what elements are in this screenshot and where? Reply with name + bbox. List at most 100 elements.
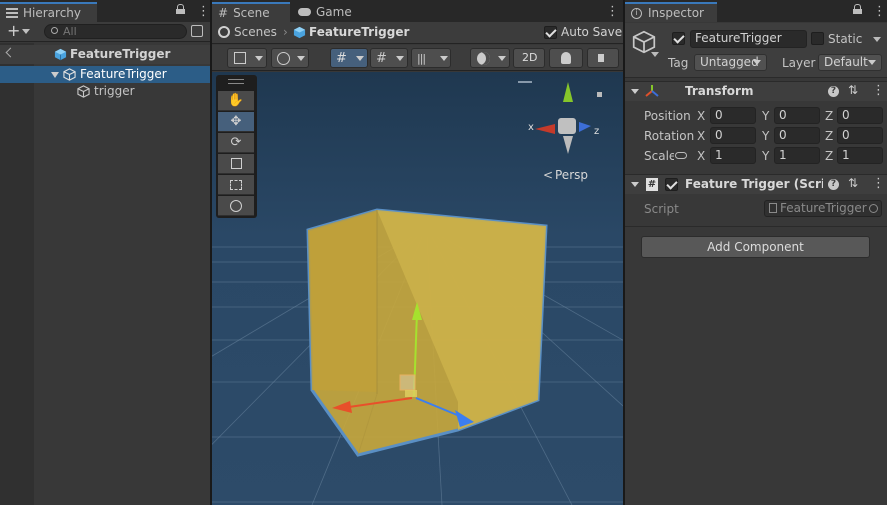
scene-header-row[interactable]: FeatureTrigger — [0, 45, 210, 64]
chevron-down-icon — [255, 56, 263, 61]
scene-cube-icon — [293, 26, 306, 39]
scale-tool-button[interactable] — [218, 154, 254, 174]
more-options-icon[interactable]: ⋮ — [872, 83, 885, 98]
rotate-tool-button[interactable]: ⟳ — [218, 133, 254, 153]
component-header[interactable]: # Feature Trigger (Script ? ⇅ ⋮ — [625, 174, 887, 194]
gamepad-icon — [298, 8, 311, 16]
rect-transform-icon — [230, 179, 242, 190]
chevron-down-icon[interactable] — [873, 37, 881, 42]
increment-snap-toggle[interactable]: # — [370, 48, 408, 68]
rotation-y-field[interactable]: 0 — [774, 127, 820, 144]
add-icon[interactable]: + — [7, 22, 20, 40]
rotation-x-value: 0 — [715, 128, 723, 142]
add-component-label: Add Component — [707, 240, 804, 254]
preset-sliders-icon[interactable]: ⇅ — [848, 83, 858, 97]
script-object-field[interactable]: FeatureTrigger — [764, 200, 882, 217]
position-z-field[interactable]: 0 — [837, 107, 883, 124]
tab-inspector[interactable]: i Inspector — [625, 2, 717, 22]
hierarchy-item-featuretrigger[interactable]: FeatureTrigger — [0, 66, 210, 83]
tab-scene[interactable]: # Scene — [212, 2, 290, 22]
render-mode-dropdown[interactable] — [271, 48, 309, 68]
draw-mode-dropdown[interactable] — [227, 48, 267, 68]
gameobject-cube-icon — [63, 68, 76, 81]
script-hash-icon: # — [646, 178, 658, 191]
object-name-field[interactable]: FeatureTrigger — [690, 30, 807, 48]
gizmo-axis-x: x — [528, 122, 534, 133]
list-item-label: FeatureTrigger — [80, 67, 167, 81]
tab-hierarchy[interactable]: Hierarchy — [0, 2, 97, 22]
orientation-gizmo[interactable]: x z — [527, 82, 607, 162]
breadcrumb: Scenes › FeatureTrigger Auto Save — [212, 22, 623, 44]
scene-viewport[interactable]: x z < Persp — [212, 72, 623, 505]
hierarchy-tabbar: Hierarchy ⋮ — [0, 0, 210, 22]
object-picker-icon[interactable] — [869, 204, 878, 213]
tab-game[interactable]: Game — [292, 2, 362, 22]
transform-header[interactable]: Transform ? ⇅ ⋮ — [625, 81, 887, 101]
rect-tool-button[interactable] — [218, 175, 254, 195]
chevron-down-icon[interactable] — [22, 29, 30, 34]
more-options-icon[interactable]: ⋮ — [197, 4, 210, 19]
rotation-z-field[interactable]: 0 — [837, 127, 883, 144]
align-toggle[interactable]: ||| — [411, 48, 451, 68]
grid-snap-toggle[interactable]: # — [330, 48, 368, 68]
position-y-axis: Y — [762, 109, 770, 123]
scale-label: Scale — [644, 149, 674, 163]
rotation-z-value: 0 — [842, 128, 850, 142]
more-options-icon[interactable]: ⋮ — [872, 176, 885, 191]
back-icon[interactable] — [5, 47, 16, 58]
lighting-toggle[interactable] — [549, 48, 583, 68]
add-component-button[interactable]: Add Component — [641, 236, 870, 258]
more-options-icon[interactable]: ⋮ — [606, 4, 619, 19]
inspector-tabbar: i Inspector ⋮ — [625, 0, 887, 22]
position-x-field[interactable]: 0 — [710, 107, 756, 124]
hand-tool-button[interactable]: ✋ — [218, 91, 254, 111]
hierarchy-item-trigger[interactable]: trigger — [0, 83, 210, 100]
unity-logo-icon — [218, 26, 230, 38]
link-scale-icon[interactable] — [675, 152, 687, 159]
audio-toggle[interactable] — [587, 48, 619, 68]
gameobject-large-icon — [632, 30, 656, 54]
scale-x-field[interactable]: 1 — [710, 147, 756, 164]
scene-cube-icon — [54, 48, 67, 61]
hierarchy-gutter — [0, 43, 34, 505]
auto-save-checkbox[interactable] — [544, 26, 557, 39]
globe-icon — [277, 52, 290, 65]
lock-icon[interactable] — [853, 4, 862, 14]
transform-title: Transform — [685, 84, 754, 98]
breadcrumb-root[interactable]: Scenes — [234, 25, 277, 39]
object-name: FeatureTrigger — [695, 31, 782, 45]
move-tool-button[interactable]: ✥ — [218, 112, 254, 132]
expand-arrow-icon[interactable] — [51, 72, 59, 78]
camera-options-dropdown[interactable] — [470, 48, 510, 68]
position-y-field[interactable]: 0 — [774, 107, 820, 124]
component-enabled-checkbox[interactable] — [665, 178, 678, 191]
scale-z-field[interactable]: 1 — [837, 147, 883, 164]
viewport-divider — [518, 81, 532, 83]
more-options-icon[interactable]: ⋮ — [873, 4, 886, 19]
layer-dropdown[interactable]: Default — [818, 54, 882, 71]
active-checkbox[interactable] — [672, 32, 685, 45]
preset-sliders-icon[interactable]: ⇅ — [848, 176, 858, 190]
static-checkbox[interactable] — [811, 32, 824, 45]
filter-scene-icon[interactable] — [191, 25, 203, 37]
help-icon[interactable]: ? — [828, 179, 839, 190]
hierarchy-panel: Hierarchy ⋮ + FeatureTrigger FeatureTrig… — [0, 0, 210, 505]
scale-y-field[interactable]: 1 — [774, 147, 820, 164]
chevron-down-icon[interactable] — [651, 52, 659, 57]
component-divider — [625, 226, 887, 227]
mode-2d-button[interactable]: 2D — [513, 48, 545, 68]
lightbulb-icon — [561, 52, 571, 64]
projection-label[interactable]: Persp — [555, 168, 588, 182]
gameobject-cube-icon — [77, 85, 90, 98]
position-x-axis: X — [697, 109, 706, 123]
tag-dropdown[interactable]: Untagged — [694, 54, 767, 71]
search-input[interactable] — [63, 25, 181, 38]
rotation-z-axis: Z — [825, 129, 834, 143]
tools-drag-handle[interactable] — [228, 79, 244, 84]
lock-icon[interactable] — [176, 4, 185, 14]
transform-tool-button[interactable] — [218, 196, 254, 216]
breadcrumb-current[interactable]: FeatureTrigger — [309, 25, 409, 39]
rotation-x-field[interactable]: 0 — [710, 127, 756, 144]
search-field[interactable] — [44, 24, 187, 39]
help-icon[interactable]: ? — [828, 86, 839, 97]
